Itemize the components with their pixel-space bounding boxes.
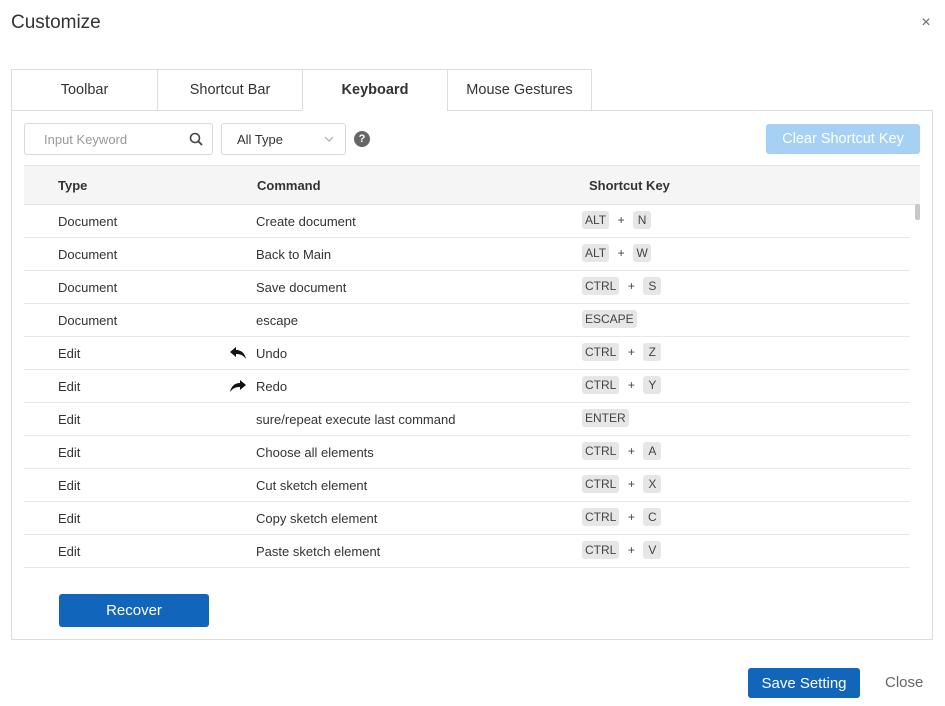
tab-mouse-gestures[interactable]: Mouse Gestures bbox=[447, 69, 592, 111]
header-command: Command bbox=[257, 178, 321, 193]
clear-shortcut-key-button[interactable]: Clear Shortcut Key bbox=[766, 124, 920, 154]
key-cap: CTRL bbox=[582, 541, 620, 559]
shortcut-keys[interactable]: ESCAPE bbox=[582, 310, 637, 328]
key-cap: CTRL bbox=[582, 475, 620, 493]
table-row[interactable]: Edit Paste sketch element CTRL + V bbox=[24, 535, 910, 568]
row-type: Edit bbox=[58, 346, 81, 361]
table-row[interactable]: Document Create document ALT + N bbox=[24, 205, 910, 238]
header-shortcut-key: Shortcut Key bbox=[589, 178, 670, 193]
table-row[interactable]: Edit Cut sketch element CTRL + X bbox=[24, 469, 910, 502]
table-row[interactable]: Edit Undo CTRL + Z bbox=[24, 337, 910, 370]
row-command: Cut sketch element bbox=[256, 478, 368, 493]
key-separator: + bbox=[627, 378, 635, 392]
dialog-title: Customize bbox=[11, 12, 101, 33]
row-command: Back to Main bbox=[256, 247, 332, 262]
search-box bbox=[24, 123, 213, 155]
redo-arrow-icon bbox=[230, 380, 246, 392]
key-cap: N bbox=[633, 211, 652, 229]
shortcut-keys[interactable]: CTRL + Y bbox=[582, 376, 662, 394]
shortcut-keys[interactable]: ENTER bbox=[582, 409, 629, 427]
key-separator: + bbox=[627, 345, 635, 359]
key-separator: + bbox=[627, 477, 635, 491]
key-cap: W bbox=[633, 244, 652, 262]
undo-arrow-icon bbox=[230, 347, 246, 359]
type-select-value: All Type bbox=[237, 131, 284, 147]
key-cap: V bbox=[643, 541, 662, 559]
row-type: Edit bbox=[58, 445, 81, 460]
tab-keyboard[interactable]: Keyboard bbox=[302, 69, 447, 111]
key-cap: ENTER bbox=[582, 409, 629, 427]
shortcut-keys[interactable]: CTRL + C bbox=[582, 508, 662, 526]
type-select[interactable]: All Type bbox=[221, 123, 346, 155]
key-separator: + bbox=[627, 279, 635, 293]
table-row[interactable]: Edit Redo CTRL + Y bbox=[24, 370, 910, 403]
key-cap: CTRL bbox=[582, 343, 620, 361]
row-type: Edit bbox=[58, 511, 81, 526]
close-button[interactable]: Close bbox=[885, 674, 923, 691]
key-separator: + bbox=[617, 213, 625, 227]
shortcut-keys[interactable]: ALT + W bbox=[582, 244, 652, 262]
search-icon[interactable] bbox=[188, 131, 204, 147]
table-scrollbar[interactable] bbox=[915, 204, 920, 220]
shortcut-keys[interactable]: CTRL + S bbox=[582, 277, 662, 295]
table-row[interactable]: Document escape ESCAPE bbox=[24, 304, 910, 337]
key-cap: ESCAPE bbox=[582, 310, 637, 328]
save-setting-button[interactable]: Save Setting bbox=[748, 668, 860, 698]
key-cap: CTRL bbox=[582, 376, 620, 394]
row-type: Edit bbox=[58, 412, 81, 427]
row-command: Save document bbox=[256, 280, 347, 295]
row-type: Edit bbox=[58, 379, 81, 394]
key-cap: ALT bbox=[582, 211, 610, 229]
shortcut-keys[interactable]: CTRL + X bbox=[582, 475, 662, 493]
tab-shortcut-bar[interactable]: Shortcut Bar bbox=[157, 69, 302, 111]
row-command: Undo bbox=[256, 346, 288, 361]
table-header: Type Command Shortcut Key bbox=[24, 165, 920, 205]
key-separator: + bbox=[627, 543, 635, 557]
key-cap: CTRL bbox=[582, 277, 620, 295]
tab-toolbar[interactable]: Toolbar bbox=[11, 69, 157, 111]
chevron-down-icon bbox=[324, 136, 334, 142]
key-separator: + bbox=[627, 444, 635, 458]
close-icon[interactable]: × bbox=[918, 14, 934, 32]
row-type: Document bbox=[58, 313, 118, 328]
key-separator: + bbox=[617, 246, 625, 260]
tab-bar: Toolbar Shortcut Bar Keyboard Mouse Gest… bbox=[11, 69, 592, 111]
row-type: Document bbox=[58, 280, 118, 295]
table-row[interactable]: Document Back to Main ALT + W bbox=[24, 238, 910, 271]
row-type: Edit bbox=[58, 544, 81, 559]
shortcut-table: Document Create document ALT + N Document Back… bbox=[24, 205, 910, 568]
row-command: Create document bbox=[256, 214, 356, 229]
key-cap: A bbox=[643, 442, 662, 460]
key-cap: CTRL bbox=[582, 508, 620, 526]
row-command: Redo bbox=[256, 379, 288, 394]
help-icon[interactable]: ? bbox=[354, 131, 370, 147]
key-cap: CTRL bbox=[582, 442, 620, 460]
recover-button[interactable]: Recover bbox=[59, 594, 209, 627]
search-input[interactable] bbox=[44, 131, 194, 147]
row-command: Copy sketch element bbox=[256, 511, 378, 526]
header-type: Type bbox=[58, 178, 88, 193]
key-separator: + bbox=[627, 510, 635, 524]
table-row[interactable]: Edit sure/repeat execute last command ENTE… bbox=[24, 403, 910, 436]
row-command: Paste sketch element bbox=[256, 544, 381, 559]
key-cap: S bbox=[643, 277, 662, 295]
key-cap: ALT bbox=[582, 244, 610, 262]
shortcut-keys[interactable]: CTRL + Z bbox=[582, 343, 662, 361]
key-cap: Z bbox=[643, 343, 662, 361]
row-type: Document bbox=[58, 214, 118, 229]
row-command: escape bbox=[256, 313, 298, 328]
row-command: Choose all elements bbox=[256, 445, 374, 460]
table-row[interactable]: Edit Copy sketch element CTRL + C bbox=[24, 502, 910, 535]
table-row[interactable]: Edit Choose all elements CTRL + A bbox=[24, 436, 910, 469]
row-type: Edit bbox=[58, 478, 81, 493]
shortcut-keys[interactable]: CTRL + V bbox=[582, 541, 662, 559]
key-cap: X bbox=[643, 475, 662, 493]
key-cap: Y bbox=[643, 376, 662, 394]
row-command: sure/repeat execute last command bbox=[256, 412, 456, 427]
table-row[interactable]: Document Save document CTRL + S bbox=[24, 271, 910, 304]
shortcut-keys[interactable]: CTRL + A bbox=[582, 442, 662, 460]
key-cap: C bbox=[643, 508, 662, 526]
row-type: Document bbox=[58, 247, 118, 262]
shortcut-keys[interactable]: ALT + N bbox=[582, 211, 652, 229]
